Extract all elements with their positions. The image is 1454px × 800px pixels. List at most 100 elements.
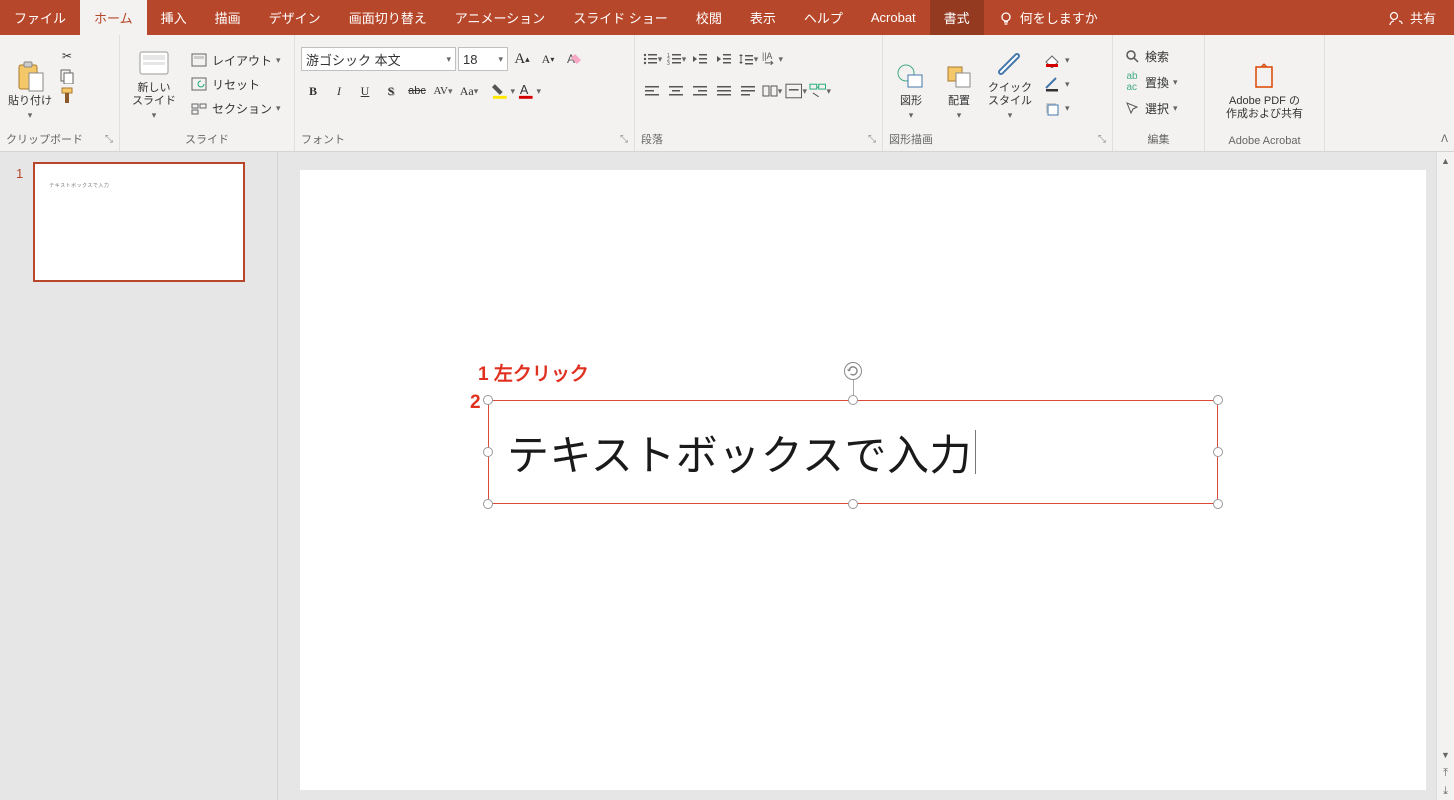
scroll-down-button[interactable]: ▼ <box>1437 746 1454 764</box>
rotation-handle[interactable] <box>844 362 862 380</box>
smartart-button[interactable]: ▾ <box>809 79 831 103</box>
slide-canvas[interactable]: 1 左クリック 2 テキストボックスで入力 <box>300 170 1426 790</box>
create-pdf-label: Adobe PDF の 作成および共有 <box>1226 95 1303 121</box>
strikethrough-button[interactable]: abc <box>405 79 429 103</box>
line-spacing-button[interactable]: ▾ <box>737 47 759 71</box>
tellme-search[interactable]: 何をしますか <box>984 0 1112 35</box>
slide-thumbnail-panel: 1 テキストボックスで入力 <box>0 152 278 800</box>
numbering-button[interactable]: 123▾ <box>665 47 687 71</box>
underline-button[interactable]: U <box>353 79 377 103</box>
increase-indent-button[interactable] <box>713 47 735 71</box>
scroll-up-button[interactable]: ▲ <box>1437 152 1454 170</box>
next-slide-button[interactable]: ⤓ <box>1437 782 1454 800</box>
replace-button[interactable]: abac置換▾ <box>1119 71 1182 93</box>
shape-fill-button[interactable]: ▾ <box>1039 49 1074 71</box>
font-title: フォント <box>301 131 345 147</box>
bullets-button[interactable]: ▾ <box>641 47 663 71</box>
find-button[interactable]: 検索 <box>1119 45 1173 67</box>
paste-label: 貼り付け <box>8 95 52 108</box>
tab-review[interactable]: 校閲 <box>682 0 736 35</box>
cut-button[interactable]: ✂ <box>58 47 76 65</box>
columns-button[interactable]: ▾ <box>761 79 783 103</box>
launcher-icon[interactable]: ⤡ <box>105 134 113 145</box>
prev-slide-button[interactable]: ⤒ <box>1437 764 1454 782</box>
grow-font-button[interactable]: A▴ <box>510 47 534 71</box>
dropdown-icon: ▾ <box>152 110 157 121</box>
resize-handle-mr[interactable] <box>1213 447 1223 457</box>
shadow-button[interactable]: S <box>379 79 403 103</box>
change-case-button[interactable]: Aa▾ <box>457 79 481 103</box>
font-name-combo[interactable]: 游ゴシック 本文▾ <box>301 47 456 71</box>
slides-title: スライド <box>185 131 229 147</box>
vertical-scrollbar[interactable]: ▲ ▼ ⤒ ⤓ <box>1436 152 1454 800</box>
svg-text:A: A <box>520 83 529 97</box>
font-size-value: 18 <box>463 52 477 67</box>
tab-transitions[interactable]: 画面切り替え <box>335 0 441 35</box>
layout-icon <box>190 51 208 69</box>
collapse-ribbon-button[interactable]: ᐱ <box>1441 134 1448 145</box>
tab-design[interactable]: デザイン <box>255 0 335 35</box>
clear-format-button[interactable]: A <box>562 47 586 71</box>
text-direction-button[interactable]: ||A▾ <box>761 47 783 71</box>
highlight-button[interactable]: ▾ <box>491 79 515 103</box>
align-right-button[interactable] <box>689 79 711 103</box>
slide-thumbnail[interactable]: テキストボックスで入力 <box>33 162 245 282</box>
thumb-content: テキストボックスで入力 <box>49 182 109 189</box>
launcher-icon[interactable]: ⤡ <box>868 134 876 145</box>
tab-help[interactable]: ヘルプ <box>790 0 857 35</box>
find-label: 検索 <box>1145 48 1169 65</box>
tab-format[interactable]: 書式 <box>930 0 984 35</box>
resize-handle-tr[interactable] <box>1213 395 1223 405</box>
decrease-indent-button[interactable] <box>689 47 711 71</box>
resize-handle-ml[interactable] <box>483 447 493 457</box>
tab-draw[interactable]: 描画 <box>201 0 255 35</box>
align-text-button[interactable]: ▾ <box>785 79 807 103</box>
new-slide-button[interactable]: 新しい スライド ▾ <box>126 43 182 121</box>
create-pdf-button[interactable]: Adobe PDF の 作成および共有 <box>1215 43 1315 121</box>
shape-outline-button[interactable]: ▾ <box>1039 73 1074 95</box>
tab-home[interactable]: ホーム <box>80 0 147 35</box>
arrange-button[interactable]: 配置▾ <box>937 43 981 121</box>
group-clipboard: 貼り付け ▾ ✂ クリップボード ⤡ <box>0 35 120 151</box>
resize-handle-tl[interactable] <box>483 395 493 405</box>
tab-insert[interactable]: 挿入 <box>147 0 201 35</box>
align-center-button[interactable] <box>665 79 687 103</box>
layout-button[interactable]: レイアウト▾ <box>186 49 285 71</box>
shrink-font-button[interactable]: A▾ <box>536 47 560 71</box>
tab-slideshow[interactable]: スライド ショー <box>559 0 682 35</box>
reset-button[interactable]: リセット <box>186 73 285 95</box>
resize-handle-br[interactable] <box>1213 499 1223 509</box>
paste-button[interactable]: 貼り付け ▾ <box>6 43 54 121</box>
launcher-icon[interactable]: ⤡ <box>620 134 628 145</box>
shape-effects-button[interactable]: ▾ <box>1039 97 1074 119</box>
annotation-1: 1 左クリック <box>478 359 589 386</box>
shapes-button[interactable]: 図形▾ <box>889 43 933 121</box>
drawing-title: 図形描画 <box>889 131 933 147</box>
share-button[interactable]: 共有 <box>1370 0 1454 35</box>
font-size-combo[interactable]: 18▾ <box>458 47 508 71</box>
clipboard-title: クリップボード <box>6 131 83 147</box>
launcher-icon[interactable]: ⤡ <box>1098 134 1106 145</box>
format-painter-button[interactable] <box>58 87 76 105</box>
font-color-button[interactable]: A▾ <box>517 79 541 103</box>
tab-animations[interactable]: アニメーション <box>441 0 559 35</box>
section-button[interactable]: セクション▾ <box>186 97 285 119</box>
align-left-button[interactable] <box>641 79 663 103</box>
char-spacing-button[interactable]: AV▾ <box>431 79 455 103</box>
tab-file[interactable]: ファイル <box>0 0 80 35</box>
textbox-selection: 1 左クリック 2 テキストボックスで入力 <box>488 400 1218 504</box>
justify-button[interactable] <box>713 79 735 103</box>
select-button[interactable]: 選択▾ <box>1119 97 1182 119</box>
tab-view[interactable]: 表示 <box>736 0 790 35</box>
resize-handle-tm[interactable] <box>848 395 858 405</box>
distribute-button[interactable] <box>737 79 759 103</box>
resize-handle-bl[interactable] <box>483 499 493 509</box>
tab-acrobat[interactable]: Acrobat <box>857 0 930 35</box>
copy-button[interactable] <box>58 67 76 85</box>
replace-icon: abac <box>1123 73 1141 91</box>
textbox[interactable]: テキストボックスで入力 <box>488 400 1218 504</box>
quickstyle-button[interactable]: クイック スタイル▾ <box>985 43 1035 121</box>
bold-button[interactable]: B <box>301 79 325 103</box>
resize-handle-bm[interactable] <box>848 499 858 509</box>
italic-button[interactable]: I <box>327 79 351 103</box>
